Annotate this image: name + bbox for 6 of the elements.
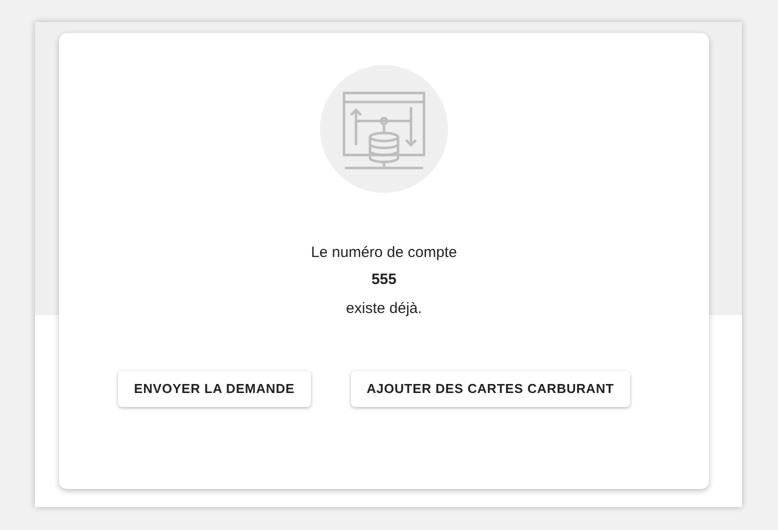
action-button[interactable]: ENVOYER LA DEMANDE xyxy=(118,371,311,407)
account-number: 555 xyxy=(371,270,396,290)
database-window-icon xyxy=(320,65,448,193)
action-button[interactable]: AJOUTER DES CARTES CARBURANT xyxy=(350,371,630,407)
message-text: existe déjà. xyxy=(346,299,422,319)
message-text: Le numéro de compte xyxy=(311,243,457,263)
